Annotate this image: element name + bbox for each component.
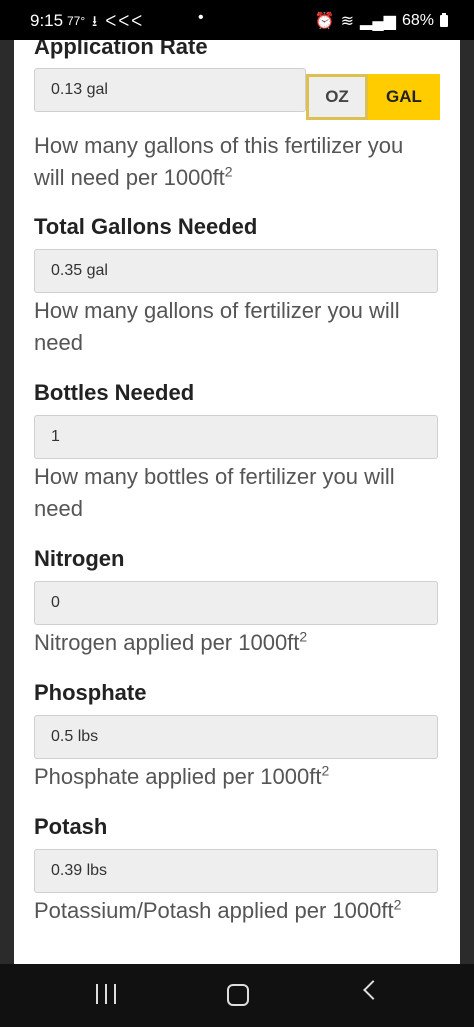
unit-gal-button[interactable]: GAL (368, 74, 440, 120)
wifi-icon: ≋ (340, 13, 355, 30)
application-rate-help-sup: 2 (224, 163, 233, 180)
potash-help: Potassium/Potash applied per 1000ft2 (34, 895, 438, 927)
application-rate-help: How many gallons of this fertilizer you … (34, 130, 438, 194)
alarm-icon: ⏰ (314, 13, 335, 30)
back-icon[interactable] (363, 980, 383, 1000)
phosphate-help-text: Phosphate applied per 1000ft (34, 764, 322, 789)
nitrogen-help-text: Nitrogen applied per 1000ft (34, 630, 300, 655)
potash-field[interactable]: 0.39 lbs (34, 849, 438, 893)
notification-icons: ⭳ ᐸᐸᐸ (92, 13, 145, 30)
fertilizer-results-panel: Application Rate 0.13 gal OZ GAL How man… (14, 40, 460, 964)
nitrogen-label: Nitrogen (34, 546, 125, 571)
phosphate-label: Phosphate (34, 680, 147, 705)
potash-label: Potash (34, 814, 108, 839)
total-gallons-label: Total Gallons Needed (34, 214, 258, 239)
nitrogen-help: Nitrogen applied per 1000ft2 (34, 627, 438, 659)
total-gallons-help: How many gallons of fertilizer you will … (34, 298, 400, 355)
unit-toggle: OZ GAL (306, 74, 440, 120)
status-temperature: 77° (67, 14, 86, 28)
application-rate-label: Application Rate (34, 40, 208, 59)
application-rate-help-text: How many gallons of this fertilizer you … (34, 133, 404, 190)
unit-oz-button[interactable]: OZ (306, 74, 368, 120)
total-gallons-field[interactable]: 0.35 gal (34, 249, 438, 293)
application-rate-field[interactable]: 0.13 gal (34, 68, 306, 112)
potash-help-text: Potassium/Potash applied per 1000ft (34, 898, 394, 923)
navigation-bar (0, 964, 474, 1027)
potash-help-sup: 2 (393, 896, 402, 913)
recent-apps-icon[interactable] (96, 984, 118, 1004)
nitrogen-field[interactable]: 0 (34, 581, 438, 625)
phosphate-help-sup: 2 (321, 762, 330, 779)
bottles-needed-help: How many bottles of fertilizer you will … (34, 464, 395, 521)
bottles-needed-label: Bottles Needed (34, 380, 195, 405)
status-right: ⏰ ≋ ▂▄▆ 68% (315, 11, 448, 31)
notification-dot-icon: • (198, 9, 204, 26)
nitrogen-help-sup: 2 (299, 628, 308, 645)
bottles-needed-field[interactable]: 1 (34, 415, 438, 459)
phosphate-field[interactable]: 0.5 lbs (34, 715, 438, 759)
status-bar: 9:15 77° ⭳ ᐸᐸᐸ • ⏰ ≋ ▂▄▆ 68% (0, 0, 474, 40)
home-icon[interactable] (227, 984, 249, 1006)
status-time: 9:15 (30, 11, 64, 30)
phosphate-help: Phosphate applied per 1000ft2 (34, 761, 438, 793)
battery-percent: 68% (401, 12, 434, 29)
signal-icon: ▂▄▆ (360, 13, 396, 30)
battery-icon (440, 13, 448, 27)
